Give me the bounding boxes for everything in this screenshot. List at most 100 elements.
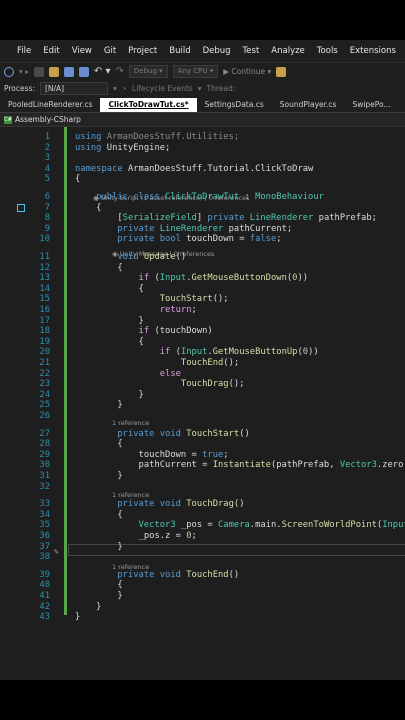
menu-test[interactable]: Test (237, 46, 266, 56)
code-line[interactable]: 36 _pos.z = 0; (0, 531, 405, 542)
tab-2[interactable]: SettingsData.cs (197, 98, 272, 112)
new-item-icon[interactable] (33, 66, 44, 77)
tab-3[interactable]: SoundPlayer.cs (272, 98, 345, 112)
tab-0[interactable]: PooledLineRenderer.cs (0, 98, 100, 112)
configuration-select[interactable]: Debug ▾ (128, 65, 168, 78)
code-line[interactable]: 40 { (0, 580, 405, 591)
code-token: public class (75, 192, 166, 202)
code-text: } (75, 316, 144, 326)
code-token: void (75, 252, 144, 262)
lifecycle-events-icon[interactable]: ⚡ (122, 84, 127, 93)
code-token: if (75, 326, 155, 337)
save-all-icon[interactable] (78, 66, 89, 77)
code-line[interactable]: 26 (0, 411, 405, 422)
code-line[interactable]: 37 } (0, 542, 405, 553)
code-line[interactable]: 30 pathCurrent = Instantiate(pathPrefab,… (0, 460, 405, 471)
continue-button[interactable]: ▶ Continue ▾ (223, 67, 271, 76)
menu-tools[interactable]: Tools (311, 46, 344, 56)
code-text: using UnityEngine; (75, 143, 170, 153)
menu-edit[interactable]: Edit (37, 46, 65, 56)
code-line[interactable]: 35 Vector3 _pos = Camera.main.ScreenToWo… (0, 520, 405, 531)
code-line[interactable]: 11 void Update() (0, 252, 405, 263)
code-text: { (75, 174, 80, 184)
code-line[interactable]: 19 { (0, 337, 405, 348)
code-line[interactable]: 27 private void TouchStart() (0, 429, 405, 440)
menu-build[interactable]: Build (163, 46, 196, 56)
codelens-touchdrag[interactable]: 1 reference (112, 491, 149, 499)
code-line[interactable]: 1 using ArmanDoesStuff.Utilities; (0, 132, 405, 143)
code-token: using (75, 142, 107, 153)
platform-select[interactable]: Any CPU ▾ (172, 65, 219, 78)
code-line[interactable]: 21 TouchEnd(); (0, 358, 405, 369)
code-line[interactable]: 18 if (touchDown) (0, 326, 405, 337)
code-token: { (75, 336, 144, 347)
line-number: 11 (39, 252, 50, 262)
menu-git[interactable]: Git (98, 46, 122, 56)
code-token: } (75, 541, 123, 552)
code-token: () (228, 569, 240, 580)
code-line[interactable]: 8 [SerializeField] private LineRenderer … (0, 213, 405, 224)
menu-project[interactable]: Project (122, 46, 163, 56)
line-number: 39 (39, 569, 50, 580)
line-number: 13 (39, 273, 50, 284)
back-forward-icon[interactable] (4, 66, 14, 77)
continue-label: Continue (231, 67, 266, 76)
line-number: 7 (44, 202, 50, 213)
tab-4[interactable]: SwipePo... (344, 98, 398, 112)
code-line[interactable]: 34 { (0, 510, 405, 521)
code-line[interactable]: 20 if (Input.GetMouseButtonUp(0)) (0, 347, 405, 358)
code-line[interactable]: 16 return; (0, 305, 405, 316)
code-line[interactable]: 29 touchDown = true; (0, 450, 405, 461)
code-line[interactable]: 43} (0, 612, 405, 623)
project-dropdown[interactable]: Assembly-CSharp (15, 115, 81, 124)
line-number: 16 (39, 305, 50, 315)
code-token: ; (191, 305, 197, 315)
code-line[interactable]: 42 } (0, 602, 405, 613)
code-editor[interactable]: ✎ ◉ Unity Script (1 asset reference) | 0… (0, 127, 405, 667)
code-line[interactable]: 25 } (0, 400, 405, 411)
code-line[interactable]: 15 TouchStart(); (0, 294, 405, 305)
tab-1[interactable]: ClickToDrawTut.cs* (100, 98, 197, 112)
code-line[interactable]: 2 using UnityEngine; (0, 143, 405, 154)
menu-file[interactable]: File (11, 46, 37, 56)
code-line[interactable]: 28 { (0, 439, 405, 450)
code-line[interactable]: 14 { (0, 284, 405, 295)
code-line[interactable]: 32 (0, 482, 405, 493)
redo-icon[interactable]: ↷ (116, 66, 124, 77)
line-number: 27 (39, 428, 50, 439)
code-token: Input (382, 520, 405, 531)
process-select[interactable]: [N/A] (39, 81, 108, 95)
code-line[interactable]: 31 } (0, 471, 405, 482)
code-line[interactable]: 3 (0, 153, 405, 164)
code-line[interactable]: 5{ (0, 174, 405, 185)
menu-extensions[interactable]: Extensions (344, 46, 402, 56)
menu-analyze[interactable]: Analyze (265, 46, 311, 56)
code-line[interactable]: 38 (0, 552, 405, 563)
code-line[interactable]: 23 TouchDrag(); (0, 379, 405, 390)
code-line[interactable]: 33 private void TouchDrag() (0, 499, 405, 510)
open-folder-icon[interactable] (48, 66, 59, 77)
menu-debug[interactable]: Debug (197, 46, 237, 56)
line-number: 6 (44, 192, 50, 202)
toolbar-extra-icon[interactable] (276, 66, 287, 77)
code-line[interactable]: 12 { (0, 263, 405, 274)
code-line[interactable]: 13 if (Input.GetMouseButtonDown(0)) (0, 273, 405, 284)
code-line[interactable]: 6 public class ClickToDrawTut : MonoBeha… (0, 192, 405, 203)
undo-icon[interactable]: ↶ ▾ (94, 66, 111, 77)
code-line[interactable]: 10 private bool touchDown = false; (0, 234, 405, 245)
code-line[interactable]: 39 private void TouchEnd() (0, 570, 405, 581)
code-line[interactable]: 9 private LineRenderer pathCurrent; (0, 224, 405, 235)
code-line[interactable]: 24 } (0, 390, 405, 401)
code-line[interactable]: 4 namespace ArmanDoesStuff.Tutorial.Click… (0, 164, 405, 175)
line-number: 41 (39, 591, 50, 601)
lifecycle-events-button[interactable]: Lifecycle Events (132, 84, 193, 93)
code-token: ScreenToWorldPoint (281, 520, 377, 531)
code-line[interactable]: 22 else (0, 369, 405, 380)
code-line[interactable]: 7 { (0, 203, 405, 214)
menu-view[interactable]: View (66, 46, 98, 56)
save-icon[interactable] (63, 66, 74, 77)
line-number: 2 (44, 142, 50, 153)
platform-label: Any CPU (177, 67, 208, 75)
code-line[interactable]: 17 } (0, 316, 405, 327)
code-line[interactable]: 41 } (0, 591, 405, 602)
